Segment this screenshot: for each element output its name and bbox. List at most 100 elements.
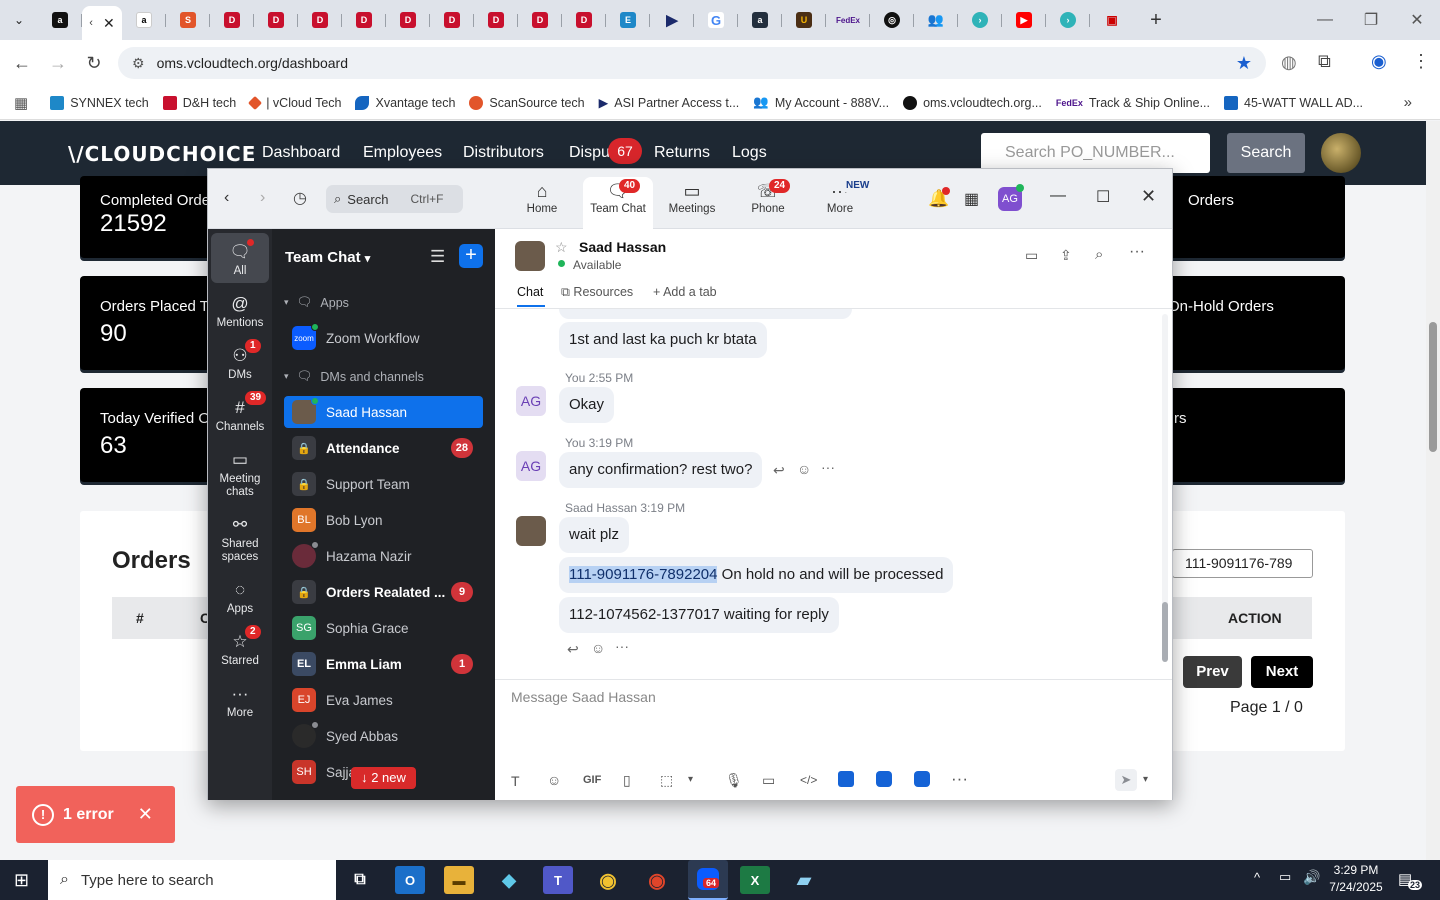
- browser-tab[interactable]: E: [606, 5, 650, 35]
- next-button[interactable]: Next: [1251, 656, 1313, 688]
- rail-more[interactable]: ··· More: [211, 681, 269, 720]
- video-message-icon[interactable]: ▭: [762, 772, 775, 789]
- chat-eva-james[interactable]: EJ Eva James: [284, 684, 483, 716]
- filter-icon[interactable]: ☰: [430, 247, 445, 267]
- more-dots-icon[interactable]: ···: [615, 638, 629, 654]
- bookmark-888v[interactable]: 👥 My Account - 888V...: [753, 95, 889, 110]
- chat-saad-hassan[interactable]: Saad Hassan: [284, 396, 483, 428]
- bookmark-fedex[interactable]: FedEx Track & Ship Online...: [1056, 96, 1210, 110]
- browser-tab[interactable]: ◎: [870, 5, 914, 35]
- tab-team-chat[interactable]: 🗨 Team Chat 40: [583, 177, 653, 229]
- site-info-icon[interactable]: ⚙: [132, 55, 145, 72]
- orders-card-3[interactable]: rs: [1150, 388, 1345, 482]
- browser-tab[interactable]: D: [474, 5, 518, 35]
- emoji-icon[interactable]: ☺: [591, 640, 605, 656]
- new-tab-button[interactable]: +: [1134, 5, 1178, 35]
- message-bubble[interactable]: Okay: [559, 387, 615, 423]
- rail-mentions[interactable]: @ Mentions: [211, 291, 269, 330]
- browser-tab[interactable]: ▣: [1090, 5, 1134, 35]
- reload-icon[interactable]: ↻: [76, 45, 112, 81]
- maximize-icon[interactable]: ☐: [1096, 187, 1110, 207]
- message-bubble[interactable]: 1st and last ka puch kr btata: [559, 322, 767, 358]
- add-tab-button[interactable]: + Add a tab: [653, 285, 717, 299]
- app-icon[interactable]: ◆: [494, 866, 524, 894]
- channel-orders-realated[interactable]: 🔒 Orders Realated ... 9: [284, 576, 483, 608]
- apps-grid-icon[interactable]: ▦: [14, 94, 28, 112]
- extensions-icon[interactable]: ⧉: [1318, 51, 1331, 72]
- browser-tab-active[interactable]: ‹ ✕: [82, 6, 122, 40]
- reply-icon[interactable]: ↩: [567, 641, 579, 658]
- search-button[interactable]: Search: [1227, 133, 1305, 173]
- contact-name[interactable]: Saad Hassan: [579, 239, 666, 255]
- app-icon[interactable]: [838, 771, 854, 787]
- teams-icon[interactable]: T: [543, 866, 573, 894]
- bookmark-synnex[interactable]: SYNNEX tech: [50, 95, 149, 110]
- message-bubble[interactable]: any confirmation? rest two?: [559, 452, 763, 488]
- chevron-up-icon[interactable]: ^: [1254, 870, 1260, 885]
- rail-dms[interactable]: ⚇ DMs 1: [211, 339, 269, 382]
- tab-home[interactable]: ⌂ Home: [507, 179, 577, 227]
- list-title[interactable]: Team Chat ▾: [285, 249, 370, 266]
- zoom-taskbar-icon[interactable]: 64: [688, 860, 728, 900]
- chevron-down-icon[interactable]: ▾: [1143, 774, 1148, 785]
- bookmark-wall-adapter[interactable]: 45-WATT WALL AD...: [1224, 95, 1363, 110]
- code-icon[interactable]: </>: [800, 773, 817, 787]
- emoji-icon[interactable]: ☺: [547, 772, 561, 788]
- channel-support-team[interactable]: 🔒 Support Team: [284, 468, 483, 500]
- forward-icon[interactable]: ›: [260, 189, 265, 207]
- new-messages-pill[interactable]: ↓ 2 new: [351, 767, 416, 789]
- gif-icon[interactable]: GIF: [583, 774, 601, 786]
- excel-icon[interactable]: X: [740, 866, 770, 894]
- message-bubble[interactable]: 111-9091176-7892204 On hold no and will …: [559, 557, 954, 593]
- minimize-icon[interactable]: —: [1302, 0, 1348, 40]
- chat-emma-liam[interactable]: EL Emma Liam 1: [284, 648, 483, 680]
- history-icon[interactable]: ◷: [293, 188, 307, 208]
- zoom-search[interactable]: ⌕ Search Ctrl+F: [326, 185, 463, 213]
- file-icon[interactable]: ▯: [623, 772, 631, 789]
- section-apps[interactable]: ▾ 🗨 Apps: [284, 295, 349, 310]
- contact-photo[interactable]: [515, 241, 545, 271]
- maximize-icon[interactable]: ❐: [1348, 0, 1394, 40]
- message-bubble[interactable]: 112-1074562-1377017 waiting for reply: [559, 597, 839, 633]
- search-icon[interactable]: ⌕: [1095, 246, 1103, 263]
- share-screen-icon[interactable]: ⇪: [1060, 247, 1072, 264]
- chrome-icon[interactable]: ◉: [593, 866, 623, 894]
- more-dots-icon[interactable]: ···: [951, 769, 968, 789]
- tab-more[interactable]: ··· More NEW: [805, 179, 875, 227]
- rail-all[interactable]: 🗨 All: [211, 233, 269, 283]
- nav-returns[interactable]: Returns: [654, 144, 710, 162]
- more-bookmarks-icon[interactable]: »: [1404, 94, 1412, 111]
- browser-tab[interactable]: ▶: [1002, 5, 1046, 35]
- back-icon[interactable]: ‹: [224, 189, 229, 207]
- browser-tab[interactable]: S: [166, 5, 210, 35]
- profile-icon[interactable]: ◉: [1371, 51, 1387, 72]
- system-clock[interactable]: 3:29 PM 7/24/2025: [1322, 862, 1390, 896]
- new-chat-button[interactable]: +: [459, 244, 483, 268]
- app-zoom-workflow[interactable]: zoom Zoom Workflow: [284, 322, 483, 354]
- page-scrollbar-thumb[interactable]: [1429, 322, 1437, 452]
- app-icon[interactable]: [876, 771, 892, 787]
- more-dots-icon[interactable]: ···: [821, 459, 835, 475]
- tab-search-menu[interactable]: ⌄: [0, 5, 38, 35]
- nav-dashboard[interactable]: Dashboard: [262, 144, 340, 162]
- task-view-icon[interactable]: ⧉: [345, 866, 375, 894]
- close-icon[interactable]: ✕: [103, 15, 115, 32]
- app-icon[interactable]: ▰: [789, 866, 819, 894]
- app-icon[interactable]: [914, 771, 930, 787]
- chat-sophia-grace[interactable]: SG Sophia Grace: [284, 612, 483, 644]
- browser-tab[interactable]: D: [210, 5, 254, 35]
- kebab-menu-icon[interactable]: ⋮: [1412, 51, 1430, 72]
- back-icon[interactable]: ←: [4, 45, 40, 81]
- nav-disputes[interactable]: Dispu: [569, 144, 610, 162]
- nav-employees[interactable]: Employees: [363, 144, 442, 162]
- section-dms-channels[interactable]: ▾ 🗨 DMs and channels: [284, 369, 424, 384]
- rail-channels[interactable]: # Channels 39: [211, 391, 269, 434]
- file-explorer-icon[interactable]: ▬: [444, 866, 474, 894]
- bookmark-star-icon[interactable]: ★: [1236, 53, 1252, 74]
- chevron-down-icon[interactable]: ▾: [688, 774, 693, 785]
- channel-attendance[interactable]: 🔒 Attendance 28: [284, 432, 483, 464]
- order-filter-input[interactable]: 111-9091176-789: [1172, 549, 1313, 578]
- chrome-icon[interactable]: ◉: [642, 866, 672, 894]
- bookmark-dh[interactable]: D&H tech: [162, 95, 236, 110]
- browser-tab[interactable]: ▶: [650, 5, 694, 35]
